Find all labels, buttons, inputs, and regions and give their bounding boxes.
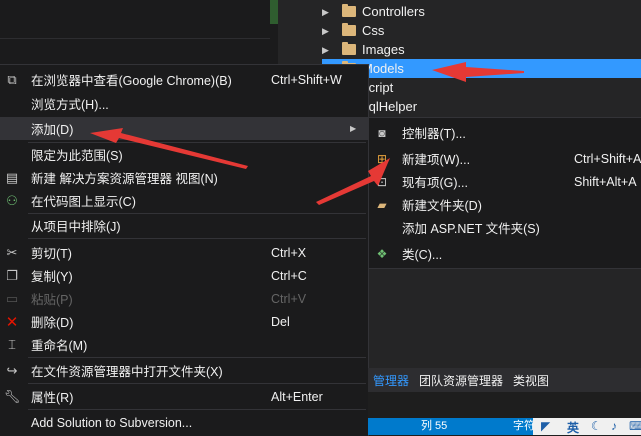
tool-window-body bbox=[368, 392, 641, 418]
controller-icon: ◙ bbox=[378, 125, 386, 140]
menu-item-add[interactable]: 添加(D) ▶ bbox=[0, 117, 368, 140]
menu-item-show-on-code-map[interactable]: ⚇ 在代码图上显示(C) bbox=[0, 189, 368, 212]
class-icon: ❖ bbox=[376, 246, 388, 261]
context-menu: ⧉ 在浏览器中查看(Google Chrome)(B) Ctrl+Shift+W… bbox=[0, 64, 369, 436]
open-folder-icon: ↪ bbox=[6, 362, 18, 378]
tree-item-models[interactable]: ▶ Models bbox=[322, 59, 641, 78]
folder-icon bbox=[342, 4, 356, 17]
code-editor-area bbox=[0, 0, 290, 64]
menu-item-properties[interactable]: 🔧︎ 属性(R) Alt+Enter bbox=[0, 385, 368, 408]
menu-item-scope-to-this[interactable]: 限定为此范围(S) bbox=[0, 143, 368, 166]
rename-icon: ⌶ bbox=[8, 336, 16, 352]
expand-arrow-icon[interactable]: ▶ bbox=[322, 7, 332, 17]
tree-item-css[interactable]: ▶ Css bbox=[322, 21, 384, 40]
menu-separator bbox=[28, 238, 366, 239]
tray-mic-icon[interactable]: ♪ bbox=[611, 419, 617, 433]
add-submenu: ◙ 控制器(T)... ⊞ 新建项(W)... Ctrl+Shift+A ⊡ 现… bbox=[368, 117, 641, 269]
properties-icon: 🔧︎ bbox=[3, 388, 21, 404]
expand-arrow-icon[interactable]: ▶ bbox=[322, 45, 332, 55]
menu-item-rename[interactable]: ⌶ 重命名(M) bbox=[0, 333, 368, 356]
menu-item-paste[interactable]: ▭ 粘贴(P) Ctrl+V bbox=[0, 287, 368, 310]
folder-icon bbox=[342, 42, 356, 55]
existing-item-icon: ⊡ bbox=[376, 174, 388, 189]
new-item-icon: ⊞ bbox=[376, 151, 388, 166]
tray-moon-icon[interactable]: ☾ bbox=[591, 419, 602, 433]
new-solution-view-icon: ▤ bbox=[5, 169, 19, 185]
menu-item-view-in-browser[interactable]: ⧉ 在浏览器中查看(Google Chrome)(B) Ctrl+Shift+W bbox=[0, 68, 368, 91]
menu-item-delete[interactable]: ✕ 删除(D) Del bbox=[0, 310, 368, 333]
menu-separator bbox=[28, 383, 366, 384]
menu-separator bbox=[28, 357, 366, 358]
submenu-item-new-item[interactable]: ⊞ 新建项(W)... Ctrl+Shift+A bbox=[369, 147, 641, 170]
editor-divider bbox=[0, 38, 270, 39]
menu-separator bbox=[28, 409, 366, 410]
status-column: 列 55 bbox=[421, 420, 448, 432]
menu-item-new-solution-view[interactable]: ▤ 新建 解决方案资源管理器 视图(N) bbox=[0, 166, 368, 189]
submenu-item-add-aspnet-folder[interactable]: 添加 ASP.NET 文件夹(S) bbox=[369, 216, 641, 239]
tab-class-view[interactable]: 类视图 bbox=[508, 372, 554, 389]
submenu-item-controller[interactable]: ◙ 控制器(T)... bbox=[369, 121, 641, 144]
paste-icon: ▭ bbox=[5, 290, 19, 306]
delete-icon: ✕ bbox=[5, 313, 19, 331]
browser-icon: ⧉ bbox=[7, 71, 17, 87]
submenu-item-existing-item[interactable]: ⊡ 现有项(G)... Shift+Alt+A bbox=[369, 170, 641, 193]
menu-item-exclude-from-project[interactable]: 从项目中排除(J) bbox=[0, 214, 368, 237]
expand-arrow-icon[interactable]: ▶ bbox=[322, 26, 332, 36]
tray-keyboard-icon[interactable]: ⌨ bbox=[629, 419, 641, 433]
tab-solution-explorer[interactable]: 管理器 bbox=[368, 372, 414, 389]
tray-arrow-icon[interactable]: ◤ bbox=[541, 419, 550, 433]
tree-item-images[interactable]: ▶ Images bbox=[322, 40, 405, 59]
folder-icon bbox=[342, 23, 356, 36]
copy-icon: ❐ bbox=[6, 267, 18, 283]
cut-icon: ✂ bbox=[6, 244, 18, 260]
taskbar-tray: ◤ 英 ☾ ♪ ⌨ bbox=[533, 418, 641, 435]
menu-item-cut[interactable]: ✂ 剪切(T) Ctrl+X bbox=[0, 241, 368, 264]
submenu-arrow-icon: ▶ bbox=[350, 124, 357, 133]
new-folder-icon: ▰ bbox=[377, 197, 387, 212]
change-indicator bbox=[270, 0, 278, 24]
status-chars: 字符 bbox=[513, 420, 535, 432]
editor-scrollbar[interactable] bbox=[278, 0, 294, 64]
tool-window-tabs: 管理器 团队资源管理器 类视图 bbox=[368, 368, 641, 392]
menu-item-add-to-subversion[interactable]: Add Solution to Subversion... bbox=[0, 411, 368, 434]
menu-item-open-in-explorer[interactable]: ↪ 在文件资源管理器中打开文件夹(X) bbox=[0, 359, 368, 382]
menu-item-browse-with[interactable]: 浏览方式(H)... bbox=[0, 92, 368, 115]
tab-team-explorer[interactable]: 团队资源管理器 bbox=[414, 372, 508, 389]
menu-item-copy[interactable]: ❐ 复制(Y) Ctrl+C bbox=[0, 264, 368, 287]
class-diagram-icon: ⚇ bbox=[6, 192, 18, 208]
ime-indicator[interactable]: 英 bbox=[567, 419, 579, 436]
submenu-item-new-folder[interactable]: ▰ 新建文件夹(D) bbox=[369, 193, 641, 216]
submenu-item-class[interactable]: ❖ 类(C)... bbox=[369, 242, 641, 265]
tree-item-controllers[interactable]: ▶ Controllers bbox=[322, 2, 425, 21]
